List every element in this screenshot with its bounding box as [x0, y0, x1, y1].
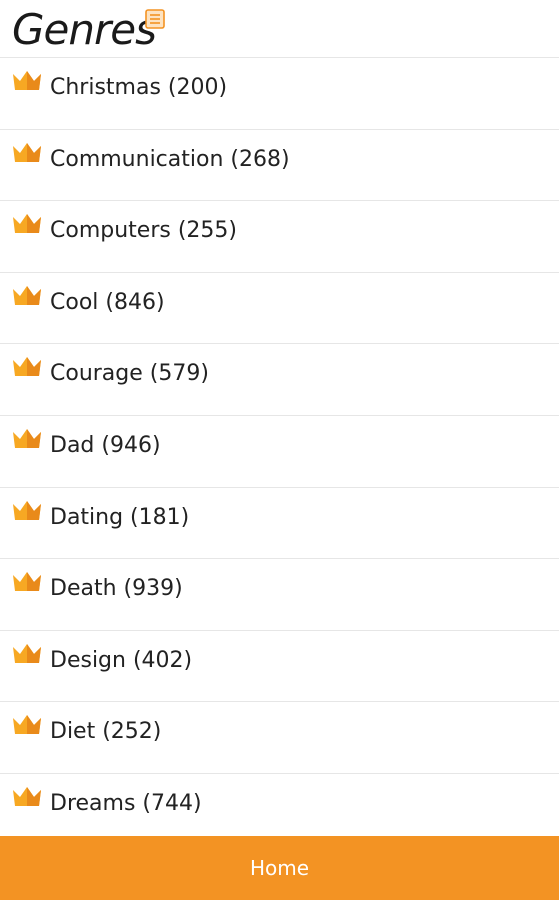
list-item[interactable]: Diet (252) [0, 702, 559, 774]
genres-screen: Genres Christmas (200) Communication (26… [0, 0, 559, 900]
list-item-label: Cool (846) [50, 289, 165, 315]
list-item-label: Diet (252) [50, 719, 162, 745]
list-item[interactable]: Dreams (744) [0, 774, 559, 846]
list-item[interactable]: Dating (181) [0, 488, 559, 560]
crown-icon [13, 500, 41, 520]
list-item-label: Computers (255) [50, 218, 237, 244]
list-item-label: Death (939) [50, 576, 183, 602]
list-item[interactable]: Cool (846) [0, 273, 559, 345]
list-item-label: Dad (946) [50, 432, 161, 458]
crown-icon [13, 428, 41, 448]
list-item[interactable]: Christmas (200) [0, 58, 559, 130]
list-item[interactable]: Design (402) [0, 631, 559, 703]
list-menu-icon[interactable] [145, 9, 165, 29]
list-item[interactable]: Dad (946) [0, 416, 559, 488]
crown-icon [13, 786, 41, 806]
list-item[interactable]: Computers (255) [0, 201, 559, 273]
list-item[interactable]: Courage (579) [0, 344, 559, 416]
home-button-label: Home [249, 856, 310, 880]
list-item-label: Christmas (200) [50, 75, 228, 100]
home-button[interactable]: Home [0, 836, 559, 900]
list-item-label: Dreams (744) [50, 790, 202, 816]
list-item-label: Design (402) [50, 647, 193, 673]
list-item[interactable]: Communication (268) [0, 130, 559, 202]
crown-icon [13, 715, 41, 735]
list-item[interactable]: Death (939) [0, 559, 559, 631]
crown-icon [13, 71, 41, 90]
genre-list: Christmas (200) Communication (268) Comp… [0, 58, 559, 846]
list-item-label: Dating (181) [50, 504, 190, 530]
crown-icon [13, 357, 41, 377]
crown-icon [13, 285, 41, 305]
header: Genres [0, 0, 559, 58]
crown-icon [13, 643, 41, 663]
crown-icon [13, 142, 41, 162]
list-item-label: Communication (268) [50, 146, 290, 172]
crown-icon [13, 214, 41, 234]
crown-icon [13, 572, 41, 592]
page-title: Genres [12, 5, 157, 54]
list-item-label: Courage (579) [50, 361, 209, 387]
